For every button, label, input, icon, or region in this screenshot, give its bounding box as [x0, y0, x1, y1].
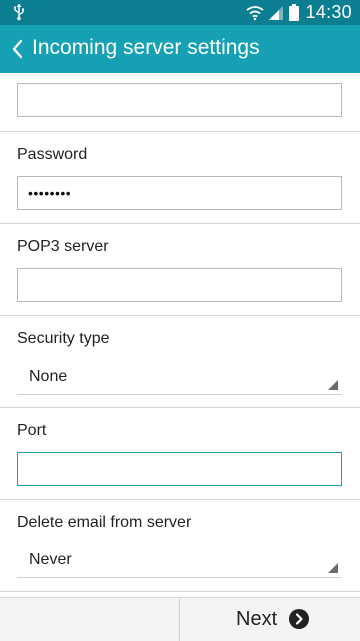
- bottom-bar: Next: [0, 597, 360, 641]
- dropdown-arrow-icon: [328, 563, 338, 573]
- battery-icon: [289, 4, 300, 21]
- divider: [0, 315, 360, 316]
- back-icon[interactable]: [10, 37, 24, 61]
- port-label: Port: [17, 422, 47, 439]
- wifi-icon: [246, 5, 264, 20]
- divider: [0, 131, 360, 132]
- security-type-dropdown[interactable]: None: [17, 360, 342, 395]
- port-field[interactable]: [17, 452, 342, 486]
- divider: [0, 407, 360, 408]
- dropdown-arrow-icon: [328, 380, 338, 390]
- divider: [0, 499, 360, 500]
- pop3-label: POP3 server: [17, 238, 109, 255]
- security-type-value: None: [29, 368, 68, 385]
- pop3-server-field[interactable]: [17, 268, 342, 302]
- divider: [0, 223, 360, 224]
- usb-icon: [14, 4, 25, 21]
- password-field[interactable]: ••••••••: [17, 176, 342, 210]
- next-button[interactable]: Next: [180, 598, 360, 641]
- delete-email-label: Delete email from server: [17, 514, 192, 531]
- password-label: Password: [17, 146, 88, 163]
- divider: [0, 591, 360, 592]
- delete-email-dropdown[interactable]: Never: [17, 543, 342, 578]
- security-type-label: Security type: [17, 330, 110, 347]
- clock: 14:30: [305, 2, 352, 22]
- signal-icon: [269, 5, 284, 20]
- username-field[interactable]: [17, 83, 342, 117]
- app-bar: Incoming server settings: [0, 25, 360, 73]
- delete-email-value: Never: [29, 551, 72, 568]
- page-title: Incoming server settings: [32, 36, 260, 59]
- status-bar: 14:30: [0, 0, 360, 25]
- settings-form[interactable]: Password •••••••• POP3 server Security t…: [0, 73, 360, 597]
- password-value: ••••••••: [28, 185, 72, 201]
- next-label: Next: [236, 608, 278, 630]
- chevron-right-circle-icon: [289, 609, 309, 629]
